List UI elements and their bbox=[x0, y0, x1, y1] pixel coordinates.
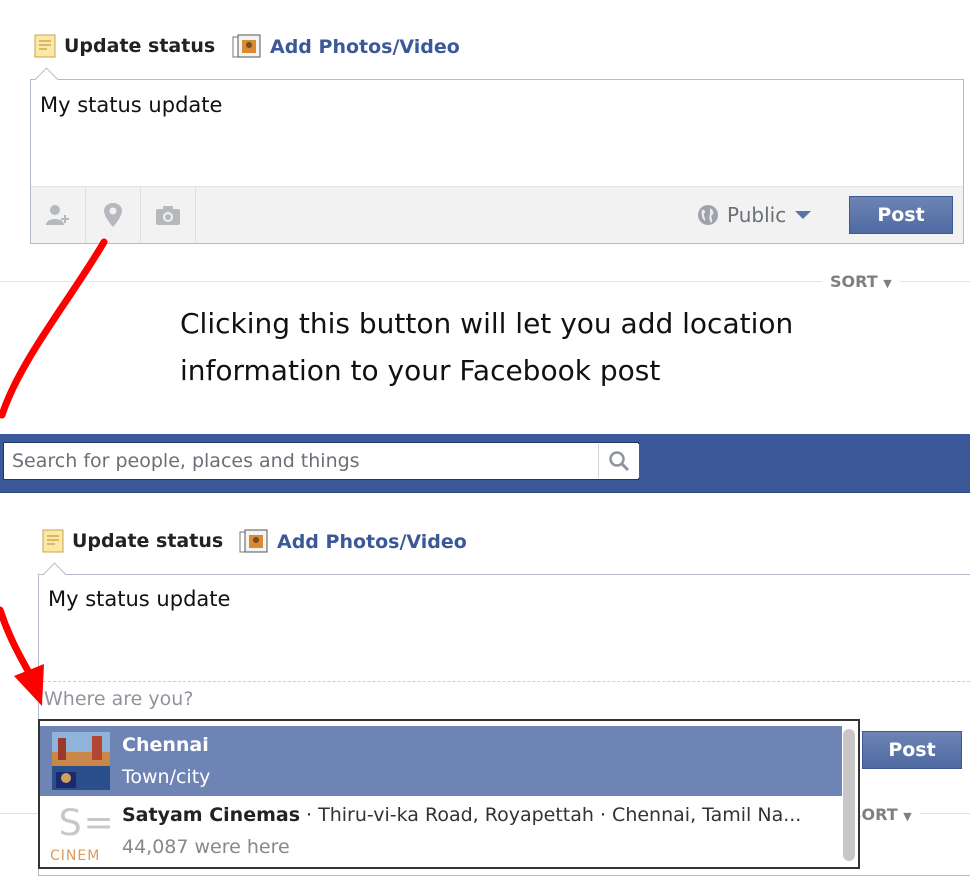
suggestion-subtitle: Town/city bbox=[122, 766, 211, 788]
photo-album-icon bbox=[232, 34, 261, 58]
sort-chevron-icon: ▼ bbox=[883, 277, 892, 290]
annotation-caption: Clicking this button will let you add lo… bbox=[180, 300, 880, 394]
post-button-2[interactable]: Post bbox=[862, 731, 962, 769]
privacy-selector[interactable]: Public bbox=[697, 203, 812, 227]
camera-icon bbox=[156, 206, 180, 225]
globe-icon bbox=[698, 205, 718, 225]
tab-add-photos-2[interactable]: Add Photos/Video bbox=[239, 529, 467, 555]
suggestion-address-2: · Thiru-vi-ka Road, Royapettah · Chennai… bbox=[300, 804, 802, 826]
search-input[interactable]: Search for people, places and things bbox=[3, 442, 639, 480]
caption-line-1: Clicking this button will let you add lo… bbox=[180, 307, 794, 340]
search-icon bbox=[609, 451, 630, 472]
location-input[interactable]: Where are you? bbox=[44, 688, 193, 710]
tab-add-photos[interactable]: Add Photos/Video bbox=[232, 34, 460, 60]
sort-label: SORT bbox=[830, 272, 878, 291]
note-icon bbox=[34, 34, 56, 58]
tab-add-photos-label-2: Add Photos/Video bbox=[277, 531, 467, 553]
satyam-logo-text: CINEM bbox=[50, 848, 101, 864]
sort-button[interactable]: SORT ▼ bbox=[822, 272, 900, 291]
location-pin-icon bbox=[104, 203, 122, 227]
composer-notch bbox=[34, 67, 59, 92]
svg-text:S: S bbox=[59, 802, 82, 844]
status-text-input-2[interactable]: My status update bbox=[48, 587, 230, 611]
arrow-segment-bottom bbox=[0, 606, 36, 682]
tag-friends-icon bbox=[46, 205, 69, 225]
tab-update-status[interactable]: Update status bbox=[34, 34, 215, 58]
location-button[interactable] bbox=[86, 187, 141, 243]
status-composer: My status update Public Post bbox=[30, 67, 964, 244]
tag-friends-button[interactable] bbox=[31, 187, 86, 243]
chevron-down-icon bbox=[795, 211, 812, 219]
chennai-thumbnail bbox=[52, 732, 110, 790]
sort-chevron-icon-2: ▼ bbox=[903, 810, 912, 823]
composer-notch-2 bbox=[42, 562, 67, 587]
tab-update-status-2[interactable]: Update status bbox=[42, 529, 223, 553]
suggestion-item-chennai[interactable]: Chennai Town/city bbox=[40, 726, 842, 796]
tab-update-status-label-2: Update status bbox=[72, 530, 224, 552]
dropdown-scrollbar[interactable] bbox=[843, 729, 855, 861]
search-button[interactable] bbox=[598, 444, 639, 478]
composer-toolbar: Public Post bbox=[31, 186, 963, 243]
suggestion-name-2: Satyam Cinemas bbox=[122, 804, 301, 826]
svg-text:=: = bbox=[83, 802, 110, 844]
suggestion-checkins-2: 44,087 were here bbox=[122, 836, 290, 858]
location-separator bbox=[38, 681, 970, 682]
add-photo-button[interactable] bbox=[141, 187, 196, 243]
caption-line-2: information to your Facebook post bbox=[180, 354, 661, 387]
photo-album-icon bbox=[239, 529, 268, 553]
note-icon bbox=[42, 529, 64, 553]
status-text-input[interactable]: My status update bbox=[40, 93, 222, 117]
suggestion-item-satyam-cinemas[interactable]: S = CINEM Satyam Cinemas · Thiru-vi-ka R… bbox=[40, 796, 842, 866]
location-suggestions-dropdown: Chennai Town/city S = CINEM Satyam Cinem… bbox=[38, 719, 860, 869]
tab-add-photos-label: Add Photos/Video bbox=[270, 36, 460, 58]
privacy-label: Public bbox=[727, 203, 787, 227]
post-button[interactable]: Post bbox=[849, 196, 953, 234]
suggestion-title-2: Satyam Cinemas · Thiru-vi-ka Road, Royap… bbox=[122, 804, 801, 826]
suggestion-title: Chennai bbox=[122, 734, 209, 756]
tab-update-status-label: Update status bbox=[64, 35, 216, 57]
arrow-segment-top bbox=[0, 238, 108, 419]
